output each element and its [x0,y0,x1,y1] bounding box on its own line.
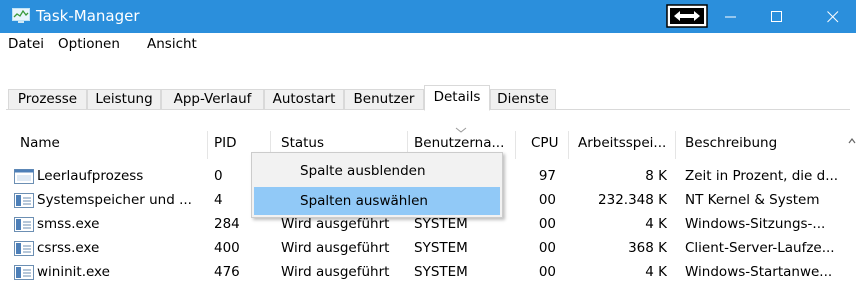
menu-ansicht[interactable]: Ansicht [147,36,197,52]
cell-memory: 4 K [645,216,667,232]
title-bar[interactable]: Task-Manager [0,0,856,33]
table-row[interactable]: csrss.exe 400 Wird ausgeführt SYSTEM 00 … [0,237,856,261]
context-menu: Spalte ausblenden Spalten auswählen [251,152,503,218]
cell-cpu: 00 [538,240,556,256]
process-icon [14,241,34,256]
cell-username: SYSTEM [414,216,468,232]
cell-cpu: 00 [538,216,556,232]
scroll-up-icon[interactable] [848,137,856,145]
minimize-icon [725,16,736,17]
tab-prozesse[interactable]: Prozesse [8,89,87,110]
column-header-beschreibung[interactable]: Beschreibung [685,135,777,157]
process-icon [14,193,34,208]
column-header-name[interactable]: Name [20,135,60,157]
tab-benutzer[interactable]: Benutzer [344,89,424,110]
close-button[interactable] [810,0,856,33]
menu-datei[interactable]: Datei [8,36,44,52]
cell-memory: 368 K [628,240,667,256]
column-separator[interactable] [515,131,516,159]
cell-cpu: 00 [538,264,556,280]
cell-status: Wird ausgeführt [281,216,390,232]
menu-bar: Datei Optionen Ansicht [0,33,856,57]
task-manager-icon [12,8,30,23]
window-title: Task-Manager [36,7,140,25]
cell-status: Wird ausgeführt [281,240,390,256]
tab-app-verlauf[interactable]: App-Verlauf [161,89,264,110]
process-icon [14,217,34,232]
cell-name: csrss.exe [37,240,100,256]
tab-autostart[interactable]: Autostart [264,89,344,110]
tab-details[interactable]: Details [424,85,490,111]
cell-username: SYSTEM [414,240,468,256]
cell-username: SYSTEM [414,264,468,280]
cell-description: NT Kernel & System [685,192,820,208]
sort-indicator-icon [455,127,467,133]
close-icon [827,10,839,22]
cell-memory: 8 K [645,168,667,184]
column-header-cpu[interactable]: CPU [531,135,558,157]
maximize-button[interactable] [754,0,800,33]
cell-name: smss.exe [37,216,100,232]
cell-memory: 4 K [645,264,667,280]
cell-cpu: 00 [538,192,556,208]
minimize-button[interactable] [708,0,754,33]
maximize-icon [771,10,782,22]
cell-description: Windows-Sitzungs-... [685,216,826,232]
cell-description: Client-Server-Laufze... [685,240,835,256]
column-header-pid[interactable]: PID [214,135,237,157]
cell-description: Zeit in Prozent, die d... [685,168,839,184]
cell-cpu: 97 [538,168,556,184]
table-row[interactable]: wininit.exe 476 Wird ausgeführt SYSTEM 0… [0,261,856,285]
cell-pid: 400 [214,240,240,256]
column-header-arbeitsspeicher[interactable]: Arbeitsspei... [578,135,666,157]
cell-name: Leerlaufprozess [37,168,144,184]
menu-item-spalten-auswaehlen[interactable]: Spalten auswählen [254,187,500,215]
resize-cursor-icon [666,4,708,28]
tab-dienste[interactable]: Dienste [490,89,556,110]
column-separator[interactable] [207,131,208,159]
cell-pid: 476 [214,264,240,280]
cell-name: Systemspeicher und ... [37,192,192,208]
tab-leistung[interactable]: Leistung [87,89,161,110]
tab-strip: Prozesse Leistung App-Verlauf Autostart … [0,57,856,115]
column-separator[interactable] [675,131,676,159]
menu-item-spalte-ausblenden[interactable]: Spalte ausblenden [254,157,500,185]
process-icon [14,169,34,184]
cell-description: Windows-Startanwe... [685,264,833,280]
cell-pid: 284 [214,216,240,232]
process-icon [14,265,34,280]
cell-status: Wird ausgeführt [281,264,390,280]
menu-optionen[interactable]: Optionen [58,36,120,52]
cell-memory: 232.348 K [598,192,667,208]
cell-name: wininit.exe [37,264,110,280]
column-separator[interactable] [568,131,569,159]
